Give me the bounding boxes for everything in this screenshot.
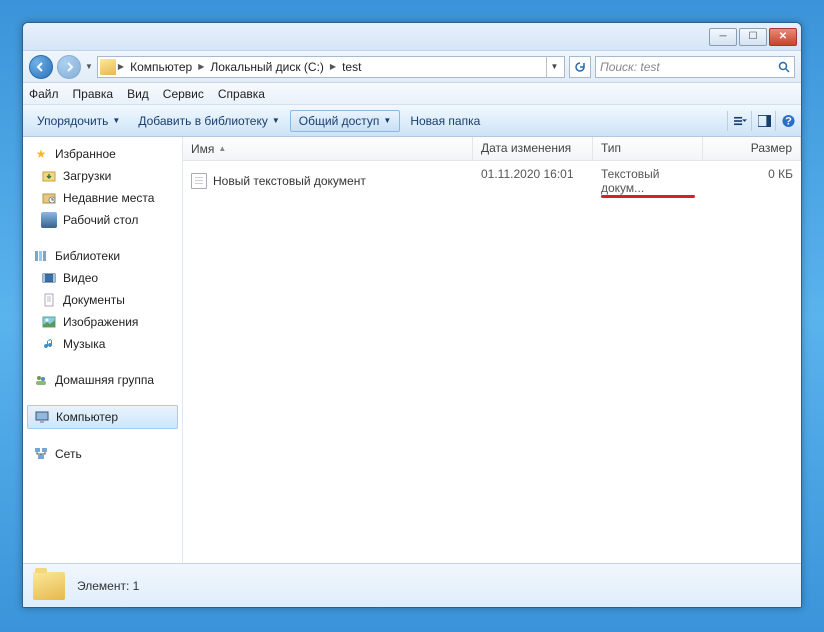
column-headers: Имя▲ Дата изменения Тип Размер bbox=[183, 137, 801, 161]
search-placeholder: Поиск: test bbox=[600, 60, 660, 74]
sidebar-computer[interactable]: Компьютер bbox=[27, 405, 178, 429]
organize-button[interactable]: Упорядочить▼ bbox=[29, 111, 128, 131]
menu-tools[interactable]: Сервис bbox=[163, 87, 204, 101]
toolbar: Упорядочить▼ Добавить в библиотеку▼ Общи… bbox=[23, 105, 801, 137]
sidebar-recent[interactable]: Недавние места bbox=[23, 187, 182, 209]
breadcrumb-dropdown[interactable]: ▼ bbox=[546, 57, 562, 77]
col-name[interactable]: Имя▲ bbox=[183, 137, 473, 160]
chevron-down-icon: ▼ bbox=[272, 116, 280, 125]
chevron-right-icon: ▶ bbox=[198, 62, 204, 71]
pictures-icon bbox=[41, 314, 57, 330]
menu-view[interactable]: Вид bbox=[127, 87, 149, 101]
sidebar-desktop[interactable]: Рабочий стол bbox=[23, 209, 182, 231]
titlebar: ─ ☐ ✕ bbox=[23, 23, 801, 51]
folder-icon bbox=[33, 572, 65, 600]
desktop-icon bbox=[41, 212, 57, 228]
col-date[interactable]: Дата изменения bbox=[473, 137, 593, 160]
breadcrumb-item-computer[interactable]: Компьютер bbox=[126, 60, 196, 74]
file-size-cell: 0 КБ bbox=[703, 165, 801, 197]
chevron-right-icon: ▶ bbox=[330, 62, 336, 71]
star-icon: ★ bbox=[33, 146, 49, 162]
arrow-right-icon bbox=[64, 62, 74, 72]
sidebar: ★Избранное Загрузки Недавние места Рабоч… bbox=[23, 137, 183, 563]
close-button[interactable]: ✕ bbox=[769, 28, 797, 46]
maximize-button[interactable]: ☐ bbox=[739, 28, 767, 46]
forward-button[interactable] bbox=[57, 55, 81, 79]
sidebar-favorites[interactable]: ★Избранное bbox=[23, 143, 182, 165]
col-type[interactable]: Тип bbox=[593, 137, 703, 160]
sidebar-pictures[interactable]: Изображения bbox=[23, 311, 182, 333]
nav-history-dropdown[interactable]: ▼ bbox=[85, 62, 93, 71]
new-folder-button[interactable]: Новая папка bbox=[402, 111, 488, 131]
computer-icon bbox=[34, 409, 50, 425]
breadcrumb[interactable]: ▶ Компьютер ▶ Локальный диск (C:) ▶ test… bbox=[97, 56, 565, 78]
network-icon bbox=[33, 446, 49, 462]
arrow-left-icon bbox=[36, 62, 46, 72]
search-icon bbox=[778, 61, 790, 73]
sidebar-documents[interactable]: Документы bbox=[23, 289, 182, 311]
sidebar-downloads[interactable]: Загрузки bbox=[23, 165, 182, 187]
chevron-down-icon: ▼ bbox=[383, 116, 391, 125]
refresh-button[interactable] bbox=[569, 56, 591, 78]
refresh-icon bbox=[574, 61, 586, 73]
folder-icon bbox=[100, 59, 116, 75]
view-options-button[interactable] bbox=[727, 111, 747, 131]
status-text: Элемент: 1 bbox=[77, 579, 139, 593]
share-button[interactable]: Общий доступ▼ bbox=[290, 110, 401, 132]
video-icon bbox=[41, 270, 57, 286]
statusbar: Элемент: 1 bbox=[23, 563, 801, 607]
help-button[interactable]: ? bbox=[775, 111, 795, 131]
menubar: Файл Правка Вид Сервис Справка bbox=[23, 83, 801, 105]
col-size[interactable]: Размер bbox=[703, 137, 801, 160]
file-type-cell: Текстовый докум... bbox=[593, 165, 703, 197]
file-name-cell: Новый текстовый документ bbox=[183, 165, 473, 197]
menu-file[interactable]: Файл bbox=[29, 87, 59, 101]
downloads-icon bbox=[41, 168, 57, 184]
sidebar-libraries[interactable]: Библиотеки bbox=[23, 245, 182, 267]
navbar: ▼ ▶ Компьютер ▶ Локальный диск (C:) ▶ te… bbox=[23, 51, 801, 83]
documents-icon bbox=[41, 292, 57, 308]
file-row[interactable]: Новый текстовый документ 01.11.2020 16:0… bbox=[183, 161, 801, 201]
add-to-library-button[interactable]: Добавить в библиотеку▼ bbox=[130, 111, 287, 131]
annotation-underline bbox=[601, 195, 695, 198]
sidebar-videos[interactable]: Видео bbox=[23, 267, 182, 289]
libraries-icon bbox=[33, 248, 49, 264]
music-icon bbox=[41, 336, 57, 352]
content-pane: Имя▲ Дата изменения Тип Размер Новый тек… bbox=[183, 137, 801, 563]
breadcrumb-item-drive[interactable]: Локальный диск (C:) bbox=[206, 60, 328, 74]
svg-text:?: ? bbox=[785, 115, 792, 127]
sidebar-homegroup[interactable]: Домашняя группа bbox=[23, 369, 182, 391]
homegroup-icon bbox=[33, 372, 49, 388]
back-button[interactable] bbox=[29, 55, 53, 79]
sidebar-network[interactable]: Сеть bbox=[23, 443, 182, 465]
menu-edit[interactable]: Правка bbox=[73, 87, 114, 101]
text-file-icon bbox=[191, 173, 207, 189]
sort-indicator-icon: ▲ bbox=[218, 144, 226, 153]
menu-help[interactable]: Справка bbox=[218, 87, 265, 101]
chevron-right-icon: ▶ bbox=[118, 62, 124, 71]
search-input[interactable]: Поиск: test bbox=[595, 56, 795, 78]
breadcrumb-item-folder[interactable]: test bbox=[338, 60, 365, 74]
sidebar-music[interactable]: Музыка bbox=[23, 333, 182, 355]
explorer-window: ─ ☐ ✕ ▼ ▶ Компьютер ▶ Локальный диск (C:… bbox=[22, 22, 802, 608]
body: ★Избранное Загрузки Недавние места Рабоч… bbox=[23, 137, 801, 563]
preview-pane-button[interactable] bbox=[751, 111, 771, 131]
minimize-button[interactable]: ─ bbox=[709, 28, 737, 46]
recent-icon bbox=[41, 190, 57, 206]
chevron-down-icon: ▼ bbox=[112, 116, 120, 125]
file-date-cell: 01.11.2020 16:01 bbox=[473, 165, 593, 197]
